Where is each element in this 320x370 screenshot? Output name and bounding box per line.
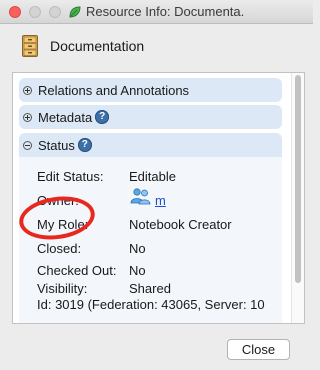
owner-link[interactable]: m — [155, 193, 166, 208]
help-icon[interactable]: ? — [77, 138, 92, 152]
vertical-scrollbar[interactable] — [291, 73, 304, 323]
resource-info-window: Resource Info: Documenta. Documentation … — [0, 0, 313, 370]
collapse-icon[interactable] — [23, 140, 32, 150]
section-metadata-label: Metadata — [38, 109, 93, 125]
checked-out-value: No — [129, 263, 146, 278]
section-relations-header[interactable]: Relations and Annotations — [19, 78, 282, 102]
close-button[interactable]: Close — [227, 339, 290, 360]
cabinet-icon — [22, 35, 38, 57]
section-metadata-header[interactable]: Metadata ? — [19, 105, 282, 129]
id-line: Id: 3019 (Federation: 43065, Server: 10 — [37, 297, 265, 312]
expand-icon[interactable] — [23, 112, 32, 122]
leaf-icon — [69, 5, 81, 18]
scrollbar-thumb[interactable] — [295, 75, 301, 283]
visibility-value: Shared — [129, 281, 171, 296]
resource-title: Documentation — [50, 38, 145, 54]
help-icon[interactable]: ? — [95, 110, 110, 124]
zoom-window-button[interactable] — [49, 6, 61, 18]
checked-out-label: Checked Out: — [37, 263, 117, 278]
users-icon — [130, 188, 151, 205]
expand-icon[interactable] — [23, 85, 32, 95]
edit-status-label: Edit Status: — [37, 169, 104, 184]
section-status-label: Status — [38, 137, 75, 153]
section-status-header[interactable]: Status ? — [19, 133, 282, 157]
title-bar: Resource Info: Documenta. — [0, 0, 313, 24]
edit-status-value: Editable — [129, 169, 176, 184]
closed-label: Closed: — [37, 241, 82, 256]
close-window-button[interactable] — [9, 6, 21, 18]
closed-value: No — [129, 241, 146, 256]
window-title: Resource Info: Documenta. — [68, 4, 244, 19]
section-relations-label: Relations and Annotations — [38, 82, 190, 98]
minimize-window-button[interactable] — [29, 6, 41, 18]
my-role-value: Notebook Creator — [129, 217, 232, 232]
window-title-text: Resource Info: Documenta. — [86, 4, 245, 19]
visibility-label: Visibility: — [37, 281, 88, 296]
